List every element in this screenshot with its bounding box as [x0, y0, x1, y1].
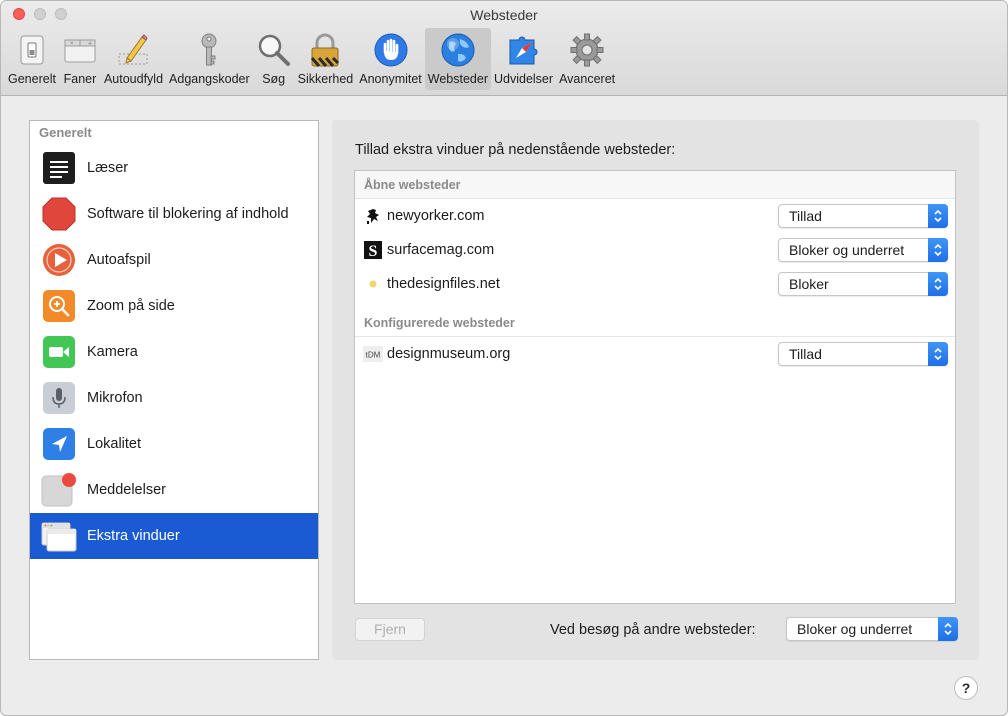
setting-select[interactable]: Bloker: [778, 272, 948, 296]
switch-icon: [14, 32, 50, 68]
notifications-icon: [41, 472, 77, 508]
puzzle-icon: [506, 32, 542, 68]
toolbar-item-generelt[interactable]: Generelt: [5, 28, 59, 90]
setting-select[interactable]: Bloker og underret: [778, 238, 948, 262]
sidebar-item-autoafspil[interactable]: Autoafspil: [30, 237, 318, 283]
designmuseum-favicon: tDM: [363, 344, 383, 364]
microphone-icon: [41, 380, 77, 416]
website-row[interactable]: tDM designmuseum.org Tillad: [355, 337, 955, 371]
sidebar-item-laeser[interactable]: Læser: [30, 145, 318, 191]
toolbar-item-avanceret[interactable]: Avanceret: [556, 28, 618, 90]
settings-sidebar: Generelt Læser Software til blokering af…: [29, 120, 319, 660]
website-row[interactable]: thedesignfiles.net Bloker: [355, 267, 955, 301]
other-websites-label: Ved besøg på andre websteder:: [550, 622, 756, 638]
settings-pane: Tillad ekstra vinduer på nedenstående we…: [332, 120, 979, 660]
sidebar-item-content-blockers[interactable]: Software til blokering af indhold: [30, 191, 318, 237]
lock-icon: [307, 32, 343, 68]
zoom-icon: [41, 288, 77, 324]
updown-chevron-icon: [928, 272, 948, 296]
sidebar-item-lokalitet[interactable]: Lokalitet: [30, 421, 318, 467]
window-title: Websteder: [470, 7, 538, 23]
gear-icon: [569, 32, 605, 68]
tabs-icon: × +: [62, 32, 98, 68]
title-bar: Websteder Generelt × + Faner Autoudfyld …: [1, 1, 1007, 96]
updown-chevron-icon: [928, 238, 948, 262]
location-arrow-icon: [41, 426, 77, 462]
dot-favicon: [363, 274, 383, 294]
stop-sign-icon: [41, 196, 77, 232]
remove-button[interactable]: Fjern: [355, 618, 425, 641]
pencil-icon: [115, 32, 151, 68]
toolbar-item-websteder[interactable]: Websteder: [424, 28, 491, 90]
toolbar-item-faner[interactable]: × + Faner: [59, 28, 101, 90]
other-websites-select[interactable]: Bloker og underret: [786, 617, 958, 641]
toolbar-item-soeg[interactable]: Søg: [253, 28, 295, 90]
toolbar-item-sikkerhed[interactable]: Sikkerhed: [295, 28, 357, 90]
toolbar-item-anonymitet[interactable]: Anonymitet: [356, 28, 425, 90]
sidebar-item-zoom[interactable]: Zoom på side: [30, 283, 318, 329]
sidebar-header: Generelt: [39, 125, 92, 140]
svg-text:tDM: tDM: [366, 351, 381, 360]
reader-icon: [41, 150, 77, 186]
surfacemag-favicon: S: [363, 240, 383, 260]
setting-select[interactable]: Tillad: [778, 204, 948, 228]
magnifier-icon: [256, 32, 292, 68]
websites-list: Åbne websteder newyorker.com Tillad S su…: [354, 170, 956, 604]
key-icon: [191, 32, 227, 68]
pane-title: Tillad ekstra vinduer på nedenstående we…: [355, 142, 676, 158]
sidebar-item-mikrofon[interactable]: Mikrofon: [30, 375, 318, 421]
toolbar-item-udvidelser[interactable]: Udvidelser: [491, 28, 556, 90]
sidebar-item-meddelelser[interactable]: Meddelelser: [30, 467, 318, 513]
help-button[interactable]: ?: [954, 676, 978, 700]
open-websites-header: Åbne websteder: [355, 171, 955, 199]
camera-icon: [41, 334, 77, 370]
svg-text:×: ×: [70, 41, 74, 47]
website-row[interactable]: newyorker.com Tillad: [355, 199, 955, 233]
hand-icon: [373, 32, 409, 68]
website-row[interactable]: S surfacemag.com Bloker og underret: [355, 233, 955, 267]
play-icon: [41, 242, 77, 278]
setting-select[interactable]: Tillad: [778, 342, 948, 366]
sidebar-item-kamera[interactable]: Kamera: [30, 329, 318, 375]
preferences-toolbar: Generelt × + Faner Autoudfyld Adgangskod…: [5, 28, 618, 94]
sidebar-item-ekstra-vinduer[interactable]: Ekstra vinduer: [30, 513, 318, 559]
popup-windows-icon: [41, 518, 77, 554]
toolbar-item-autoudfyld[interactable]: Autoudfyld: [101, 28, 166, 90]
configured-websites-header: Konfigurerede websteder: [355, 309, 955, 337]
updown-chevron-icon: [928, 204, 948, 228]
updown-chevron-icon: [938, 617, 958, 641]
newyorker-favicon: [363, 206, 383, 226]
preferences-window: Websteder Generelt × + Faner Autoudfyld …: [0, 0, 1008, 716]
svg-text:+: +: [88, 41, 92, 48]
updown-chevron-icon: [928, 342, 948, 366]
globe-icon: [440, 32, 476, 68]
toolbar-item-adgangskoder[interactable]: Adgangskoder: [166, 28, 253, 90]
svg-text:S: S: [369, 243, 378, 259]
